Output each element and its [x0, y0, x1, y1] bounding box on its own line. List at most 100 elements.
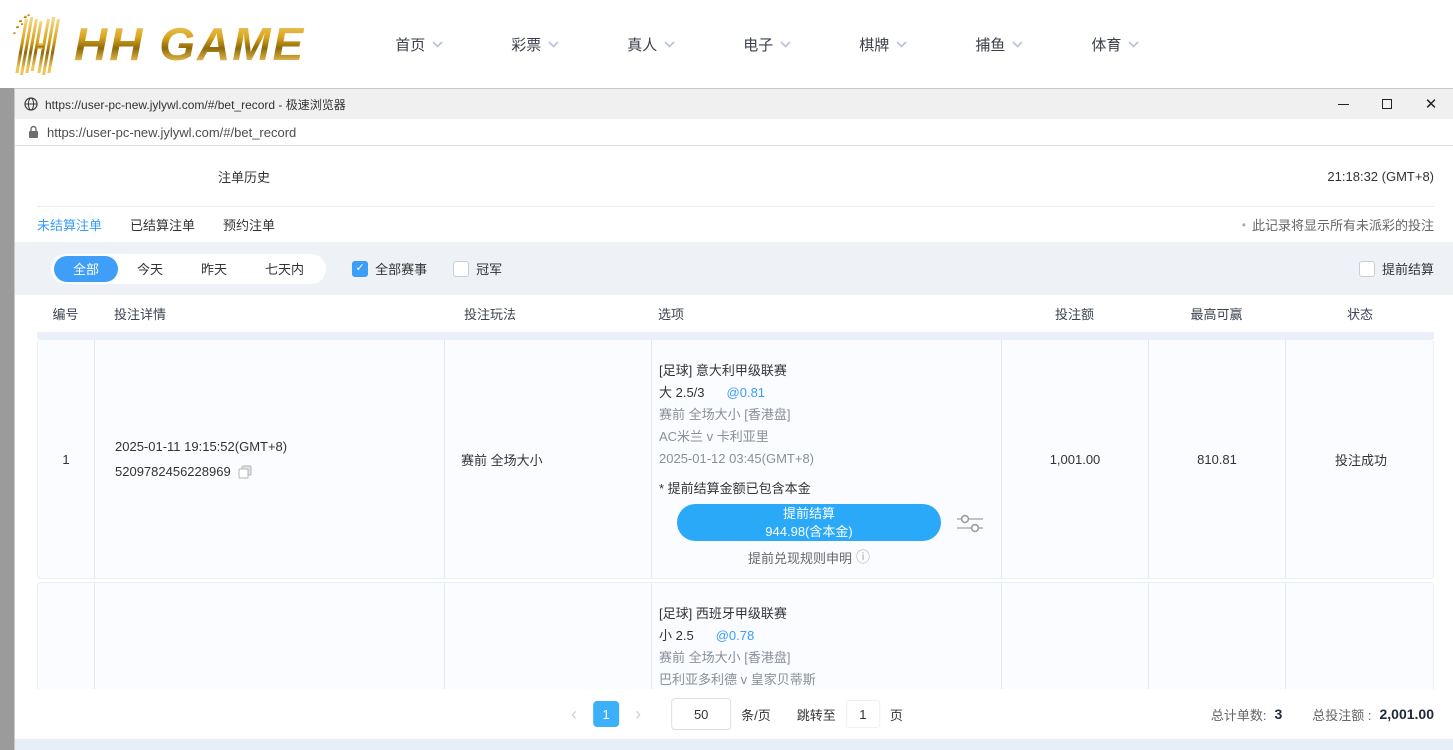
- total-amount-value: 2,001.00: [1380, 706, 1435, 722]
- cell-status: 投注成功: [1286, 340, 1436, 578]
- prev-page-icon[interactable]: ‹: [565, 704, 583, 725]
- col-header-play: 投注玩法: [444, 304, 651, 323]
- page-size-input[interactable]: [671, 698, 731, 730]
- address-bar[interactable]: https://user-pc-new.jylywl.com/#/bet_rec…: [15, 119, 1453, 146]
- lock-icon: [28, 125, 39, 139]
- bottom-strip: [15, 739, 1453, 750]
- cashout-rule-text: 提前兑现规则申明: [748, 548, 852, 567]
- early-settle-checkbox-wrap[interactable]: 提前结算: [1359, 259, 1434, 278]
- note-dot-icon: •: [1242, 218, 1246, 232]
- early-settle-checkbox[interactable]: [1359, 261, 1375, 277]
- totals: 总计单数: 3 总投注额 : 2,001.00: [1211, 705, 1434, 724]
- total-amount-label: 总投注额 :: [1312, 705, 1371, 724]
- browser-title-bar[interactable]: https://user-pc-new.jylywl.com/#/bet_rec…: [15, 89, 1453, 119]
- cell-maxwin: [1149, 583, 1286, 689]
- tab-reserved[interactable]: 预约注单: [223, 215, 275, 234]
- cell-amount: [1002, 583, 1149, 689]
- maximize-icon: [1382, 99, 1392, 109]
- nav-item-label: 体育: [1091, 34, 1121, 55]
- nav-item-sports[interactable]: 体育: [1057, 34, 1173, 55]
- logo-stripes-icon: [12, 13, 70, 75]
- league-name: [足球] 西班牙甲级联赛: [659, 603, 991, 625]
- table-header: 编号 投注详情 投注玩法 选项 投注额 最高可赢 状态: [37, 295, 1434, 332]
- table-row: [足球] 西班牙甲级联赛 小 2.5 @0.78 赛前 全场大小 [香港盘] 巴…: [37, 582, 1434, 689]
- page-1-button[interactable]: 1: [593, 701, 619, 727]
- page-title: 注单历史: [218, 167, 270, 186]
- cashout-button-amount: 944.98(含本金): [677, 523, 941, 541]
- nav-item-cards[interactable]: 棋牌: [825, 34, 941, 55]
- row-number: 1: [62, 452, 69, 467]
- nav-item-slots[interactable]: 电子: [709, 34, 825, 55]
- match-time: 2025-01-12 03:45(GMT+8): [659, 448, 991, 470]
- league-name: [足球] 意大利甲级联赛: [659, 360, 991, 382]
- address-url: https://user-pc-new.jylywl.com/#/bet_rec…: [47, 125, 296, 140]
- cell-play: 赛前 全场大小: [445, 340, 652, 578]
- nav-item-label: 首页: [395, 34, 425, 55]
- close-button[interactable]: ✕: [1409, 89, 1453, 119]
- bet-record-page: 注单历史 21:18:32 (GMT+8) 未结算注单 已结算注单 预约注单 •…: [15, 146, 1453, 750]
- page-unit-label: 页: [890, 705, 903, 724]
- cell-no: 1: [38, 340, 95, 578]
- tab-unsettled[interactable]: 未结算注单: [37, 215, 102, 234]
- site-header: HH GAME 首页 彩票 真人 电子 棋牌: [0, 0, 1453, 88]
- nav-item-label: 真人: [627, 34, 657, 55]
- minimize-button[interactable]: [1321, 89, 1365, 119]
- chevron-down-icon: [1012, 41, 1023, 48]
- tab-settled[interactable]: 已结算注单: [130, 215, 195, 234]
- nav-item-label: 捕鱼: [975, 34, 1005, 55]
- pager-controls: ‹ 1 › 条/页 跳转至 页: [565, 698, 903, 730]
- info-icon[interactable]: ⓘ: [856, 547, 870, 567]
- market-name: 赛前 全场大小 [香港盘]: [659, 647, 991, 669]
- col-header-maxwin: 最高可赢: [1148, 304, 1285, 323]
- match-teams: 巴利亚多利德 v 皇家贝蒂斯: [659, 669, 991, 689]
- nav-item-home[interactable]: 首页: [361, 34, 477, 55]
- total-count-label: 总计单数:: [1211, 705, 1267, 724]
- logo-text: HH GAME: [74, 17, 305, 71]
- chevron-down-icon: [432, 41, 443, 48]
- all-events-checkbox-wrap[interactable]: 全部赛事: [352, 259, 427, 278]
- all-events-checkbox[interactable]: [352, 261, 368, 277]
- champion-label: 冠军: [476, 259, 502, 278]
- col-header-amount: 投注额: [1001, 304, 1148, 323]
- site-logo[interactable]: HH GAME: [12, 13, 305, 75]
- date-range-group: 全部 今天 昨天 七天内: [51, 254, 326, 284]
- cell-option: [足球] 意大利甲级联赛 大 2.5/3 @0.81 赛前 全场大小 [香港盘]…: [652, 340, 1002, 578]
- all-events-label: 全部赛事: [375, 259, 427, 278]
- tabs-row: 未结算注单 已结算注单 预约注单 • 此记录将显示所有未派彩的投注: [15, 207, 1453, 242]
- next-page-icon[interactable]: ›: [629, 704, 647, 725]
- cell-bet-detail: [95, 583, 445, 689]
- cashout-note: * 提前结算金额已包含本金: [659, 478, 991, 500]
- range-7days[interactable]: 七天内: [246, 256, 323, 282]
- jump-page-input[interactable]: [846, 700, 880, 728]
- range-all[interactable]: 全部: [54, 256, 118, 282]
- selection: 大 2.5/3: [659, 382, 705, 404]
- jump-label: 跳转至: [797, 705, 836, 724]
- play-type: 赛前 全场大小: [461, 450, 651, 469]
- cashout-rule-link[interactable]: 提前兑现规则申明 ⓘ: [659, 547, 959, 567]
- range-today[interactable]: 今天: [118, 256, 182, 282]
- pagination-bar: ‹ 1 › 条/页 跳转至 页 总计单数: 3 总投注额 : 2,001.00: [15, 689, 1453, 739]
- minimize-icon: [1338, 104, 1349, 105]
- copy-icon[interactable]: [237, 464, 253, 480]
- window-title: https://user-pc-new.jylywl.com/#/bet_rec…: [45, 96, 1321, 113]
- table-body: 1 2025-01-11 19:15:52(GMT+8) 52097824562…: [15, 332, 1453, 689]
- maximize-button[interactable]: [1365, 89, 1409, 119]
- window-controls: ✕: [1321, 89, 1453, 119]
- nav-item-fishing[interactable]: 捕鱼: [941, 34, 1057, 55]
- status-badge: 投注成功: [1335, 450, 1387, 469]
- market-name: 赛前 全场大小 [香港盘]: [659, 404, 991, 426]
- max-win: 810.81: [1197, 452, 1237, 467]
- champion-checkbox-wrap[interactable]: 冠军: [453, 259, 502, 278]
- early-settle-label: 提前结算: [1382, 259, 1434, 278]
- cashout-button[interactable]: 提前结算 944.98(含本金): [677, 504, 941, 541]
- range-yesterday[interactable]: 昨天: [182, 256, 246, 282]
- globe-icon: [24, 97, 38, 111]
- cell-bet-detail: 2025-01-11 19:15:52(GMT+8) 5209782456228…: [95, 340, 445, 578]
- table-body-top-strip: [37, 332, 1434, 339]
- champion-checkbox[interactable]: [453, 261, 469, 277]
- nav-item-label: 电子: [743, 34, 773, 55]
- cell-maxwin: 810.81: [1149, 340, 1286, 578]
- nav-item-lottery[interactable]: 彩票: [477, 34, 593, 55]
- nav-item-live[interactable]: 真人: [593, 34, 709, 55]
- sliders-icon[interactable]: [955, 511, 985, 535]
